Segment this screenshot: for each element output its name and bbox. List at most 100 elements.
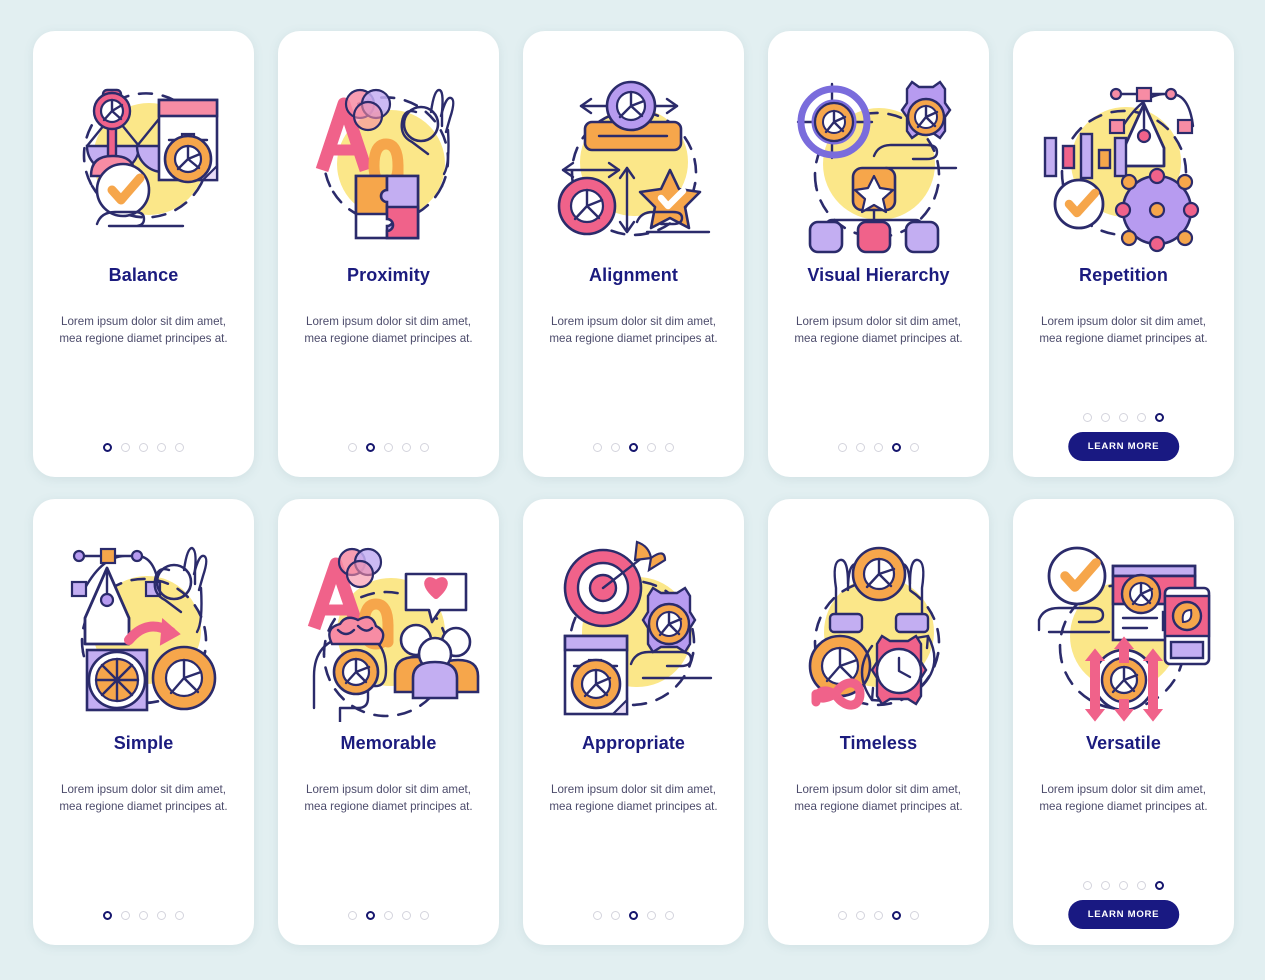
pagination-dot[interactable] — [611, 911, 620, 920]
card-description: Lorem ipsum dolor sit dim amet, mea regi… — [304, 782, 473, 813]
pagination-dot[interactable] — [910, 443, 919, 452]
onboarding-card-appropriate[interactable]: Appropriate Lorem ipsum dolor sit dim ame… — [523, 499, 744, 945]
pagination-dots — [523, 443, 744, 452]
pagination-dot[interactable] — [838, 443, 847, 452]
visual-hierarchy-illustration — [796, 80, 957, 254]
memorable-illustration — [307, 547, 479, 722]
card-title: Proximity — [347, 265, 430, 285]
pagination-dot[interactable] — [348, 443, 357, 452]
card-description: Lorem ipsum dolor sit dim amet, mea regi… — [549, 782, 718, 813]
card-description: Lorem ipsum dolor sit dim amet, mea regi… — [1039, 314, 1208, 345]
pagination-dot[interactable] — [647, 443, 656, 452]
pagination-dot[interactable] — [139, 911, 148, 920]
pagination-dot-active[interactable] — [103, 911, 112, 920]
pagination-dot-active[interactable] — [892, 911, 901, 920]
onboarding-card-visual-hierarchy[interactable]: Visual Hierarchy Lorem ipsum dolor sit di… — [768, 31, 989, 477]
pagination-dot-active[interactable] — [103, 443, 112, 452]
card-title: Balance — [108, 265, 179, 285]
pagination-dot[interactable] — [348, 911, 357, 920]
card-title: Versatile — [1086, 733, 1161, 753]
pagination-dot[interactable] — [1083, 881, 1092, 890]
pagination-dot[interactable] — [157, 443, 166, 452]
card-description: Lorem ipsum dolor sit dim amet, mea regi… — [304, 314, 473, 345]
pagination-dot-active[interactable] — [1155, 413, 1164, 422]
pagination-dot[interactable] — [384, 443, 393, 452]
card-description: Lorem ipsum dolor sit dim amet, mea regi… — [59, 314, 228, 345]
pagination-dot[interactable] — [593, 911, 602, 920]
versatile-illustration — [1037, 546, 1210, 722]
pagination-dot-active[interactable] — [892, 443, 901, 452]
pagination-dot[interactable] — [1119, 881, 1128, 890]
versatile-illustration — [1031, 527, 1217, 727]
proximity-illustration — [296, 59, 482, 259]
balance-illustration — [82, 88, 218, 228]
onboarding-card-alignment[interactable]: Alignment Lorem ipsum dolor sit dim amet,… — [523, 31, 744, 477]
pagination-dot[interactable] — [1119, 413, 1128, 422]
pagination-dot[interactable] — [856, 911, 865, 920]
pagination-dots — [768, 911, 989, 920]
pagination-dot[interactable] — [665, 443, 674, 452]
card-description: Lorem ipsum dolor sit dim amet, mea regi… — [794, 782, 963, 813]
pagination-dot[interactable] — [175, 443, 184, 452]
pagination-dots — [768, 443, 989, 452]
pagination-dot[interactable] — [402, 443, 411, 452]
card-title: Appropriate — [581, 733, 686, 753]
onboarding-card-simple[interactable]: Simple Lorem ipsum dolor sit dim amet, me… — [33, 499, 254, 945]
pagination-dot[interactable] — [420, 911, 429, 920]
pagination-dot[interactable] — [121, 443, 130, 452]
card-title: Simple — [113, 733, 174, 753]
pagination-dot[interactable] — [874, 443, 883, 452]
learn-more-button[interactable]: LEARN MORE — [1067, 432, 1180, 461]
onboarding-card-repetition[interactable]: Repetition Lorem ipsum dolor sit dim amet… — [1013, 31, 1234, 477]
pagination-dots — [523, 911, 744, 920]
pagination-dot[interactable] — [611, 443, 620, 452]
pagination-dot[interactable] — [175, 911, 184, 920]
pagination-dot-active[interactable] — [366, 443, 375, 452]
pagination-dot[interactable] — [647, 911, 656, 920]
pagination-dots — [1013, 881, 1234, 890]
card-title: Alignment — [589, 265, 678, 285]
pagination-dot-active[interactable] — [366, 911, 375, 920]
pagination-dot-active[interactable] — [629, 911, 638, 920]
pagination-dot[interactable] — [121, 911, 130, 920]
pagination-dots — [278, 443, 499, 452]
onboarding-card-versatile[interactable]: Versatile Lorem ipsum dolor sit dim amet,… — [1013, 499, 1234, 945]
onboarding-card-proximity[interactable]: Proximity Lorem ipsum dolor sit dim amet,… — [278, 31, 499, 477]
pagination-dot-active[interactable] — [1155, 881, 1164, 890]
pagination-dot-active[interactable] — [629, 443, 638, 452]
repetition-illustration — [1043, 86, 1199, 253]
card-description: Lorem ipsum dolor sit dim amet, mea regi… — [59, 782, 228, 813]
timeless-illustration — [786, 527, 972, 727]
onboarding-screens-grid: Balance Lorem ipsum dolor sit dim amet, m… — [0, 0, 1265, 945]
pagination-dots — [278, 911, 499, 920]
onboarding-card-timeless[interactable]: Timeless Lorem ipsum dolor sit dim amet, … — [768, 499, 989, 945]
card-title: Repetition — [1079, 265, 1168, 285]
pagination-dot[interactable] — [1083, 413, 1092, 422]
pagination-dot[interactable] — [910, 911, 919, 920]
pagination-dot[interactable] — [838, 911, 847, 920]
card-description: Lorem ipsum dolor sit dim amet, mea regi… — [549, 314, 718, 345]
pagination-dot[interactable] — [1101, 413, 1110, 422]
learn-more-button[interactable]: LEARN MORE — [1067, 900, 1180, 929]
pagination-dot[interactable] — [384, 911, 393, 920]
onboarding-card-balance[interactable]: Balance Lorem ipsum dolor sit dim amet, m… — [33, 31, 254, 477]
balance-illustration — [51, 59, 237, 259]
pagination-dot[interactable] — [139, 443, 148, 452]
pagination-dot[interactable] — [665, 911, 674, 920]
pagination-dot[interactable] — [1137, 413, 1146, 422]
appropriate-illustration — [563, 540, 712, 716]
timeless-illustration — [808, 546, 940, 710]
pagination-dot[interactable] — [157, 911, 166, 920]
pagination-dot[interactable] — [856, 443, 865, 452]
pagination-dot[interactable] — [1137, 881, 1146, 890]
pagination-dot[interactable] — [874, 911, 883, 920]
pagination-dot[interactable] — [420, 443, 429, 452]
pagination-dots — [33, 443, 254, 452]
card-title: Memorable — [340, 733, 437, 753]
card-description: Lorem ipsum dolor sit dim amet, mea regi… — [1039, 782, 1208, 813]
pagination-dot[interactable] — [1101, 881, 1110, 890]
pagination-dot[interactable] — [402, 911, 411, 920]
onboarding-card-memorable[interactable]: Memorable Lorem ipsum dolor sit dim amet,… — [278, 499, 499, 945]
card-title: Timeless — [839, 733, 918, 753]
pagination-dot[interactable] — [593, 443, 602, 452]
